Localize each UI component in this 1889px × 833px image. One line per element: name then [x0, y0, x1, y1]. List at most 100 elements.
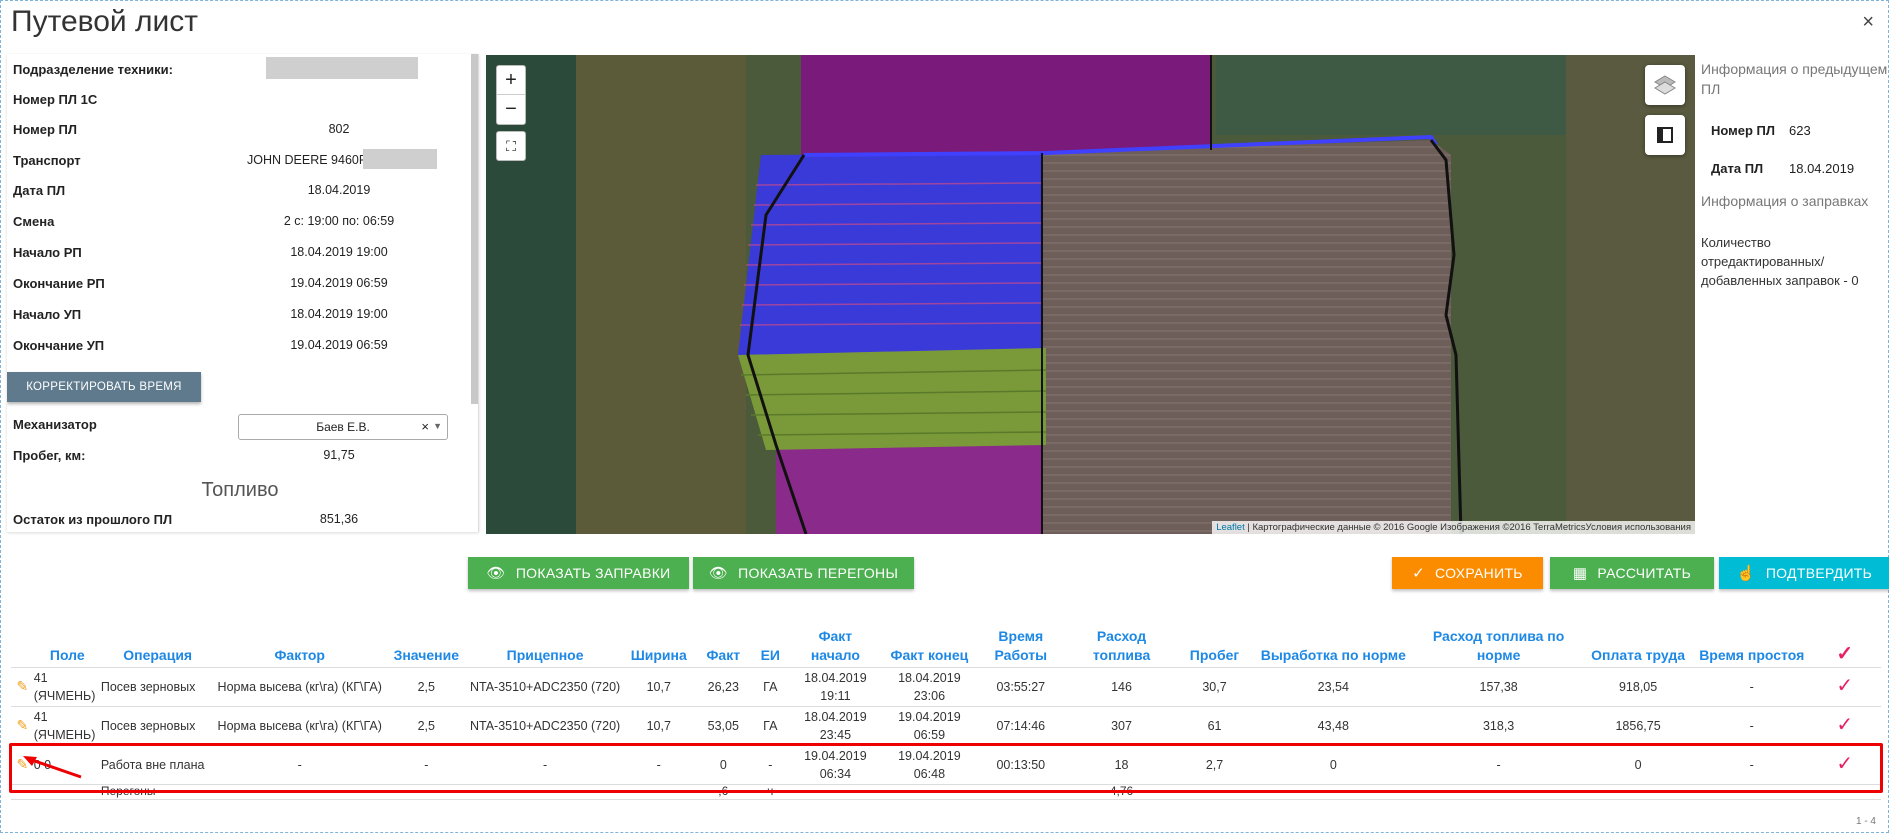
cell: NTA-3510+ADC2350 (720)	[467, 666, 623, 706]
hand-icon: ☝	[1736, 565, 1756, 582]
cell: 918,05	[1581, 666, 1695, 706]
edit-pencil-icon[interactable]: ✎	[16, 678, 28, 694]
col-header[interactable]: Ширина	[623, 615, 695, 667]
cell: 03:55:27	[976, 666, 1065, 706]
col-header[interactable]: Факт	[695, 615, 752, 667]
zoom-control: + −	[496, 65, 526, 125]
field-value: 18.04.2019 19:00	[290, 245, 388, 259]
zoom-out-button[interactable]: −	[497, 95, 525, 124]
cell: 18.04.2019 23:06	[881, 666, 977, 706]
map-panel-icon[interactable]	[1645, 115, 1685, 155]
check-all-icon[interactable]: ✓	[1836, 643, 1853, 665]
field-value: 18.04.2019	[307, 183, 371, 197]
col-header[interactable]: Фактор	[215, 615, 385, 667]
highlight-annotation	[9, 743, 1883, 793]
zoom-in-button[interactable]: +	[497, 66, 525, 95]
correct-time-button[interactable]: КОРРЕКТИРОВАТЬ ВРЕМЯ	[7, 372, 201, 402]
col-header[interactable]: Прицепное	[468, 615, 623, 667]
field-label: Смена	[13, 214, 55, 229]
table-row: ✎ 41 (ЯЧМЕНЬ) Посев зерновых Норма высев…	[11, 705, 1881, 745]
cell: 30,7	[1178, 666, 1251, 706]
remain-value: 851,36	[319, 512, 359, 526]
confirm-check-icon[interactable]: ✓	[1836, 714, 1853, 736]
prev-date-value: 18.04.2019	[1789, 161, 1855, 176]
cell: ГА	[751, 705, 789, 745]
cell: 61	[1178, 705, 1251, 745]
horizontal-scrollbar[interactable]	[11, 799, 1881, 800]
field-label: Транспорт	[13, 153, 81, 168]
field-map[interactable]: + − ⛶ Leaflet | Картографические данные …	[486, 55, 1695, 534]
col-header[interactable]: Расход топлива по норме	[1416, 615, 1581, 667]
refuel-heading: Информация о заправках	[1701, 193, 1869, 209]
col-header[interactable]: Выработка по норме	[1251, 615, 1416, 667]
field-label: Дата ПЛ	[13, 183, 66, 198]
mechanic-select[interactable]: Баев Е.В. × ▼	[238, 414, 448, 440]
show-refuels-label: ПОКАЗАТЬ ЗАПРАВКИ	[515, 565, 671, 581]
close-icon[interactable]: ×	[1862, 11, 1874, 34]
prev-num-label: Номер ПЛ	[1711, 123, 1776, 138]
mileage-value: 91,75	[323, 448, 355, 462]
field-value: 19.04.2019 06:59	[290, 276, 388, 290]
fullscreen-icon[interactable]: ⛶	[496, 131, 526, 161]
field-label: Окончание РП	[13, 276, 105, 291]
col-header[interactable]: Факт конец	[882, 615, 977, 667]
cell: Норма высева (кг\га) (КГ\ГА)	[214, 666, 385, 706]
field-label: Номер ПЛ 1С	[13, 92, 98, 107]
col-header[interactable]: Значение	[385, 615, 468, 667]
remain-label: Остаток из прошлого ПЛ	[13, 512, 173, 527]
layers-icon[interactable]	[1645, 65, 1685, 105]
window-title: Путевой лист	[11, 5, 199, 38]
fuel-heading: Топливо	[201, 479, 279, 501]
col-header[interactable]: Время простоя	[1695, 615, 1809, 667]
calculate-button[interactable]: ▦ РАССЧИТАТЬ	[1550, 557, 1714, 589]
red-arrow-annotation	[23, 756, 82, 779]
col-header[interactable]: Оплата труда	[1581, 615, 1695, 667]
show-transfers-label: ПОКАЗАТЬ ПЕРЕГОНЫ	[738, 565, 899, 581]
satellite-map	[486, 55, 1695, 534]
pagination-info: 1 - 4	[1855, 816, 1876, 827]
prev-num-value: 623	[1789, 123, 1811, 138]
confirm-check-icon[interactable]: ✓	[1836, 675, 1853, 697]
eye-icon: 👁	[708, 565, 729, 582]
cell: 18.04.2019 23:45	[788, 705, 882, 745]
cell: 26,23	[694, 666, 752, 706]
waybill-window: Путевой лист × Подразделение техники: Но…	[0, 0, 1889, 833]
col-header[interactable]: Время Работы	[977, 615, 1065, 667]
map-attribution: Leaflet | Картографические данные © 2016…	[1212, 521, 1695, 534]
cell: NTA-3510+ADC2350 (720)	[467, 705, 623, 745]
field-value: 802	[328, 122, 350, 136]
col-header[interactable]: ЕИ	[752, 615, 789, 667]
chevron-down-icon[interactable]: ▼	[433, 421, 442, 431]
cell: -	[1694, 705, 1809, 745]
show-refuels-button[interactable]: 👁 ПОКАЗАТЬ ЗАПРАВКИ	[468, 557, 689, 589]
table-row: ✎ 41 (ЯЧМЕНЬ) Посев зерновых Норма высев…	[11, 666, 1881, 706]
save-button[interactable]: ✓ СОХРАНИТЬ	[1392, 557, 1543, 589]
col-header[interactable]: Операция	[101, 615, 215, 667]
field-value: 19.04.2019 06:59	[290, 338, 388, 352]
col-header[interactable]: Факт начало	[789, 615, 882, 667]
cell: Посев зерновых	[100, 705, 215, 745]
cell: Посев зерновых	[100, 666, 215, 706]
confirm-button[interactable]: ☝ ПОДТВЕРДИТЬ	[1719, 557, 1889, 589]
calculator-icon: ▦	[1572, 565, 1588, 582]
cell: 10,7	[622, 666, 695, 706]
mechanic-value: Баев Е.В.	[316, 420, 370, 434]
cell: 157,38	[1415, 666, 1582, 706]
col-header[interactable]: Пробег	[1178, 615, 1250, 667]
cell: ГА	[751, 666, 789, 706]
cell: 146	[1064, 666, 1179, 706]
refuel-text: Количество отредактированных/ добавленны…	[1701, 235, 1859, 288]
cell: 43,48	[1250, 705, 1416, 745]
col-header[interactable]: Поле	[34, 615, 101, 667]
redacted-value	[266, 57, 418, 79]
cell: 1856,75	[1581, 705, 1695, 745]
col-header[interactable]: Расход топлива	[1065, 615, 1179, 667]
cell: 307	[1064, 705, 1179, 745]
cell: 10,7	[622, 705, 695, 745]
edit-pencil-icon[interactable]: ✎	[16, 717, 28, 733]
scrollbar[interactable]	[471, 54, 478, 404]
leaflet-link[interactable]: Leaflet	[1216, 522, 1245, 533]
confirm-label: ПОДТВЕРДИТЬ	[1765, 565, 1873, 581]
clear-icon[interactable]: ×	[421, 419, 429, 434]
show-transfers-button[interactable]: 👁 ПОКАЗАТЬ ПЕРЕГОНЫ	[693, 557, 914, 589]
